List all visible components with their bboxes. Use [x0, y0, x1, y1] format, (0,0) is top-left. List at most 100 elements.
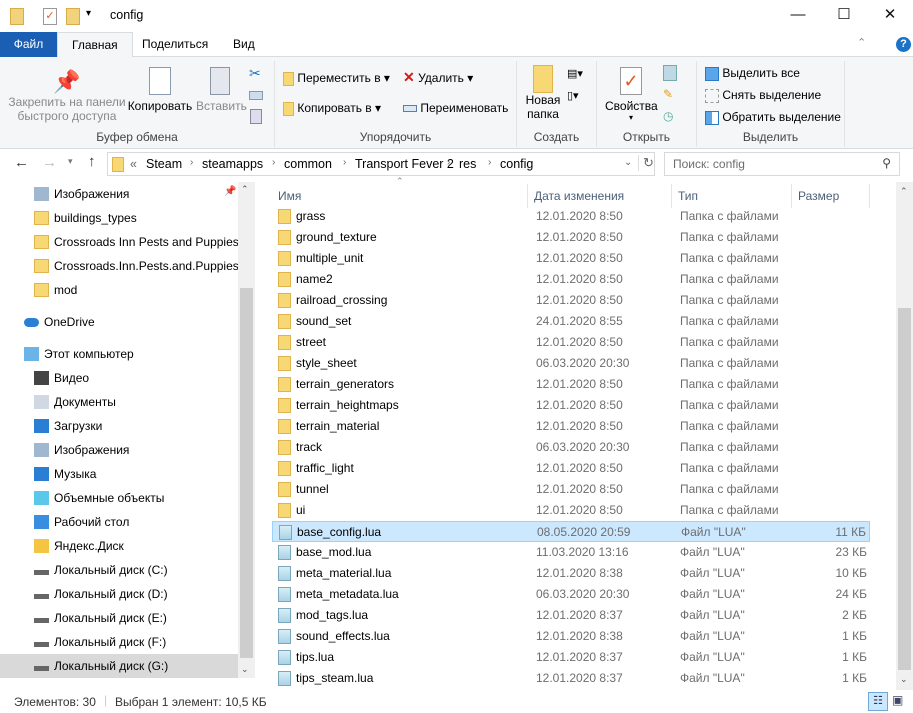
breadcrumb-overflow[interactable]: «	[130, 157, 137, 171]
nav-item[interactable]: OneDrive	[0, 310, 238, 334]
scroll-down-icon[interactable]: ⌄	[900, 674, 908, 685]
breadcrumb-transport-fever-2[interactable]: Transport Fever 2	[355, 157, 454, 171]
nav-item[interactable]: Локальный диск (D:)	[0, 582, 238, 606]
cut-icon[interactable]: ✂	[249, 65, 261, 82]
nav-item[interactable]: Crossroads Inn Pests and Puppies	[0, 230, 238, 254]
nav-item[interactable]: Этот компьютер	[0, 342, 238, 366]
nav-scroll-down-icon[interactable]: ⌄	[241, 664, 249, 675]
breadcrumb-steamapps[interactable]: steamapps	[202, 157, 263, 171]
column-header-date[interactable]: Дата изменения	[528, 184, 672, 208]
move-to-button[interactable]: Переместить в ▾	[283, 71, 390, 86]
file-row[interactable]: multiple_unit 12.01.2020 8:50 Папка с файл…	[272, 248, 870, 269]
breadcrumb-steam[interactable]: Steam	[146, 157, 182, 171]
file-row[interactable]: terrain_heightmaps 12.01.2020 8:50 Папка с…	[272, 395, 870, 416]
delete-button[interactable]: ✕ Удалить ▾	[403, 69, 473, 86]
history-icon[interactable]: ◷	[663, 109, 673, 123]
copy-button[interactable]: Копировать	[127, 67, 193, 113]
copy-to-button[interactable]: Копировать в ▾	[283, 101, 381, 116]
breadcrumb-common[interactable]: common	[284, 157, 332, 171]
nav-item[interactable]: Яндекс.Диск	[0, 534, 238, 558]
pin-quick-access-button[interactable]: 📌 Закрепить на панели быстрого доступа	[8, 69, 126, 123]
collapse-ribbon-icon[interactable]: ⌃	[857, 36, 866, 49]
paste-shortcut-icon[interactable]	[250, 109, 262, 124]
rename-button[interactable]: Переименовать	[403, 101, 508, 115]
file-row[interactable]: tips_steam.lua 12.01.2020 8:37 Файл "LUA" 1…	[272, 668, 870, 689]
copy-path-icon[interactable]	[249, 91, 263, 100]
address-dropdown-icon[interactable]: ⌄	[624, 157, 632, 168]
file-row[interactable]: style_sheet 06.03.2020 20:30 Папка с файла…	[272, 353, 870, 374]
file-row[interactable]: mod_tags.lua 12.01.2020 8:37 Файл "LUA" 2 К…	[272, 605, 870, 626]
file-row[interactable]: meta_material.lua 12.01.2020 8:38 Файл "LU…	[272, 563, 870, 584]
scroll-up-icon[interactable]: ⌃	[900, 186, 908, 197]
invert-selection-button[interactable]: Обратить выделение	[705, 110, 841, 125]
file-list-scrollbar-thumb[interactable]	[898, 308, 911, 670]
file-row[interactable]: terrain_generators 12.01.2020 8:50 Папка с…	[272, 374, 870, 395]
file-row[interactable]: sound_effects.lua 12.01.2020 8:38 Файл "LU…	[272, 626, 870, 647]
nav-scroll-up-icon[interactable]: ⌃	[241, 184, 249, 195]
forward-button[interactable]: →	[42, 154, 57, 171]
nav-item[interactable]: mod	[0, 278, 238, 302]
file-row[interactable]: terrain_material 12.01.2020 8:50 Папка с ф…	[272, 416, 870, 437]
details-view-button[interactable]: ☷	[868, 692, 888, 711]
edit-icon[interactable]: ✎	[663, 87, 673, 101]
column-header-type[interactable]: Тип	[672, 184, 792, 208]
file-row[interactable]: track 06.03.2020 20:30 Папка с файлами	[272, 437, 870, 458]
new-folder-button[interactable]: Новая папка	[523, 65, 563, 121]
tab-view[interactable]: Вид	[219, 32, 269, 57]
file-row[interactable]: grass 12.01.2020 8:50 Папка с файлами	[272, 206, 870, 227]
recent-locations-button[interactable]: ▾	[68, 156, 73, 167]
column-header-size[interactable]: Размер	[792, 184, 870, 208]
easy-access-button[interactable]: ▯▾	[567, 89, 579, 102]
up-button[interactable]: ↑	[88, 153, 96, 170]
nav-item[interactable]: Объемные объекты	[0, 486, 238, 510]
select-none-button[interactable]: Снять выделение	[705, 88, 821, 103]
nav-item[interactable]: Локальный диск (C:)	[0, 558, 238, 582]
nav-item[interactable]: Изображения	[0, 182, 238, 206]
select-all-button[interactable]: Выделить все	[705, 66, 800, 81]
file-row[interactable]: tunnel 12.01.2020 8:50 Папка с файлами	[272, 479, 870, 500]
customize-quick-access-icon[interactable]: ▾	[86, 8, 91, 19]
file-row[interactable]: sound_set 24.01.2020 8:55 Папка с файлами	[272, 311, 870, 332]
nav-item[interactable]: Crossroads.Inn.Pests.and.Puppies-CODEX	[0, 254, 238, 278]
nav-item[interactable]: Документы	[0, 390, 238, 414]
file-row[interactable]: ui 12.01.2020 8:50 Папка с файлами	[272, 500, 870, 521]
tab-home[interactable]: Главная	[57, 32, 133, 58]
tab-share[interactable]: Поделиться	[128, 32, 222, 57]
properties-quick-icon[interactable]: ✓	[43, 8, 57, 25]
minimize-button[interactable]: —	[775, 0, 821, 32]
file-row[interactable]: railroad_crossing 12.01.2020 8:50 Папка с …	[272, 290, 870, 311]
file-row[interactable]: base_mod.lua 11.03.2020 13:16 Файл "LUA" 23…	[272, 542, 870, 563]
open-icon[interactable]	[663, 65, 677, 81]
properties-button[interactable]: ✓ Свойства ▾	[605, 67, 658, 122]
search-input[interactable]: Поиск: config ⚲	[664, 152, 900, 176]
nav-item[interactable]: Видео	[0, 366, 238, 390]
file-row[interactable]: name2 12.01.2020 8:50 Папка с файлами	[272, 269, 870, 290]
file-row[interactable]: street 12.01.2020 8:50 Папка с файлами	[272, 332, 870, 353]
large-icons-view-button[interactable]: ▣	[892, 693, 903, 707]
file-row[interactable]: ground_texture 12.01.2020 8:50 Папка с фай…	[272, 227, 870, 248]
refresh-icon[interactable]: ↻	[638, 155, 654, 171]
tab-file[interactable]: Файл	[0, 32, 57, 57]
paste-button[interactable]: Вставить	[196, 67, 247, 113]
file-row[interactable]: traffic_light 12.01.2020 8:50 Папка с файл…	[272, 458, 870, 479]
nav-item[interactable]: Загрузки	[0, 414, 238, 438]
help-icon[interactable]: ?	[896, 37, 911, 52]
address-bar[interactable]: « Steam › steamapps › common › Transport…	[107, 152, 655, 176]
new-folder-quick-icon[interactable]	[66, 8, 80, 25]
nav-item[interactable]: Локальный диск (E:)	[0, 606, 238, 630]
nav-item[interactable]: Локальный диск (F:)	[0, 630, 238, 654]
new-item-button[interactable]: ▤▾	[567, 67, 583, 80]
file-row[interactable]: base_config.lua 08.05.2020 20:59 Файл "LUA…	[272, 521, 870, 542]
nav-item[interactable]: Изображения	[0, 438, 238, 462]
close-button[interactable]: ✕	[867, 0, 913, 32]
nav-item[interactable]: Локальный диск (G:)	[0, 654, 238, 678]
maximize-button[interactable]: ☐	[821, 0, 867, 32]
breadcrumb-res[interactable]: res	[459, 157, 476, 171]
column-header-name[interactable]: Имя	[272, 184, 528, 208]
back-button[interactable]: ←	[14, 154, 29, 171]
nav-item[interactable]: Музыка	[0, 462, 238, 486]
breadcrumb-config[interactable]: config	[500, 157, 533, 171]
nav-item[interactable]: Рабочий стол	[0, 510, 238, 534]
file-row[interactable]: tips.lua 12.01.2020 8:37 Файл "LUA" 1 КБ	[272, 647, 870, 668]
nav-scrollbar-thumb[interactable]	[240, 288, 253, 658]
